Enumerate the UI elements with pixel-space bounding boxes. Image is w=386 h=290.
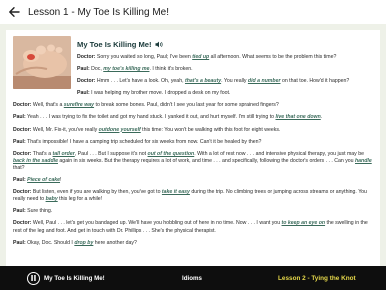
speaker-label: Doctor: — [13, 220, 32, 227]
idiom-link[interactable]: outdone yourself — [99, 127, 141, 133]
back-arrow-icon[interactable] — [6, 4, 22, 20]
dialog-text: Yeah . . . I was trying to fix the toile… — [25, 114, 276, 121]
now-playing-title: My Toe Is Killing Me! — [44, 274, 105, 282]
dialog-text: to break some bones. Paul, didn't I see … — [94, 102, 279, 109]
idiom-link[interactable]: take it easy — [162, 189, 190, 195]
dialog-card: My Toe Is Killing Me! Doctor: Sorry you … — [6, 30, 380, 266]
idiom-link[interactable]: my toe's killing me — [103, 66, 149, 72]
dialog-text: . I think it's broken. — [149, 66, 193, 73]
dialog-line: Doctor: Well, Mr. Fix-it, you've really … — [13, 127, 373, 134]
idiom-link[interactable]: did a number — [248, 78, 281, 84]
dialog-header: My Toe Is Killing Me! Doctor: Sorry you … — [13, 36, 373, 102]
idiom-link[interactable]: that's a beauty — [185, 78, 221, 84]
dialog-text: Doc, — [89, 66, 104, 73]
dialog-title-text: My Toe Is Killing Me! — [77, 40, 152, 49]
top-app-bar: Lesson 1 - My Toe Is Killing Me! — [0, 0, 386, 24]
dialog-line: Doctor: Well, that's a surefire way to b… — [13, 102, 373, 109]
idiom-link[interactable]: back in the saddle — [13, 158, 58, 164]
dialog-title: My Toe Is Killing Me! — [77, 40, 373, 49]
dialog-text: Hmm . . . Let's have a look. Oh, yeah, — [95, 78, 185, 85]
dialog-text: again in six weeks. But the therapy requ… — [57, 157, 355, 164]
dialog-line: Doctor: But listen, even if you are walk… — [13, 189, 373, 203]
dialog-text: that? — [13, 164, 25, 171]
idiom-link[interactable]: to keep an eye on — [282, 220, 326, 226]
idiom-link[interactable]: baby — [46, 196, 58, 202]
speaker-label: Paul: — [13, 138, 26, 145]
idiom-link[interactable]: out of the question — [148, 151, 195, 157]
dialog-line: Paul: Piece of cake! — [13, 177, 373, 184]
idiom-link[interactable]: live that one down — [276, 114, 321, 120]
idiom-link[interactable]: tall order — [53, 151, 75, 157]
pause-icon — [31, 275, 36, 281]
speaker-icon[interactable] — [155, 41, 163, 48]
idiom-link[interactable]: tied up — [192, 54, 209, 60]
dialog-lines: Doctor: Well, that's a surefire way to b… — [13, 102, 373, 246]
dialog-text: Sorry you waited so long, Paul; I've bee… — [95, 54, 193, 60]
speaker-label: Paul: — [77, 66, 90, 73]
speaker-label: Doctor: — [13, 150, 32, 157]
speaker-label: Doctor: — [13, 189, 32, 196]
dialog-line: Paul: Sure thing. — [13, 208, 373, 215]
dialog-text: . You really — [221, 78, 248, 85]
dialog-line: Doctor: Sorry you waited so long, Paul; … — [77, 54, 373, 61]
dialog-text: on that toe. How'd it happen? — [280, 78, 350, 85]
dialog-text: all afternoon. What seems to be the prob… — [209, 54, 337, 60]
idioms-button[interactable]: Idioms — [182, 275, 202, 282]
dialog-line: Paul: That's impossible! I have a campin… — [13, 139, 373, 146]
dialog-line: Paul: I was helping my brother move. I d… — [77, 90, 373, 97]
speaker-label: Doctor: — [13, 126, 32, 133]
audio-player-bar: My Toe Is Killing Me! Idioms Lesson 2 - … — [0, 266, 386, 290]
idiom-link[interactable]: Piece of cake — [27, 177, 60, 183]
speaker-label: Doctor: — [13, 102, 32, 109]
dialog-text: here another day? — [93, 239, 137, 246]
dialog-text: I was helping my brother move. I dropped… — [89, 90, 231, 97]
dialog-text: Well, Paul . . . let's get you bandaged … — [31, 220, 282, 227]
lesson-content[interactable]: My Toe Is Killing Me! Doctor: Sorry you … — [0, 30, 386, 266]
pause-button[interactable] — [27, 271, 40, 285]
idiom-link[interactable]: handle — [355, 158, 372, 164]
speaker-label: Doctor: — [77, 78, 96, 85]
dialog-line: Doctor: Well, Paul . . . let's get you b… — [13, 220, 373, 234]
dialog-text: . — [320, 114, 323, 121]
dialog-text: , Paul . . . But I suppose it's not — [74, 150, 148, 157]
dialog-line: Paul: Okay, Doc. Should I drop by here a… — [13, 240, 373, 247]
dialog-text: Okay, Doc. Should I — [25, 239, 75, 246]
dialog-text: Well, Mr. Fix-it, you've really — [31, 126, 99, 133]
page-title: Lesson 1 - My Toe Is Killing Me! — [28, 6, 169, 18]
dialog-text: Well, that's a — [31, 102, 64, 109]
injured-toe-photo — [13, 36, 71, 89]
speaker-label: Paul: — [13, 114, 26, 121]
dialog-line: Doctor: Hmm . . . Let's have a look. Oh,… — [77, 78, 373, 85]
dialog-text: That's a — [31, 150, 53, 157]
next-lesson-link[interactable]: Lesson 2 - Tying the Knot — [278, 275, 356, 282]
dialog-text: this leg for a while! — [57, 196, 103, 203]
speaker-label: Paul: — [77, 90, 90, 97]
dialog-text: But listen, even if you are walking by t… — [31, 189, 162, 196]
dialog-line: Paul: Doc, my toe's killing me. I think … — [77, 66, 373, 73]
dialog-text: . With a lot of rest now . . . and inten… — [194, 150, 364, 157]
speaker-label: Doctor: — [77, 54, 96, 60]
idiom-link[interactable]: surefire way — [64, 102, 94, 108]
dialog-text: Sure thing. — [25, 208, 53, 215]
speaker-label: Paul: — [13, 208, 26, 215]
dialog-text: ! — [60, 177, 62, 184]
dialog-text: That's impossible! I have a camping trip… — [25, 138, 262, 145]
speaker-label: Paul: — [13, 177, 26, 184]
dialog-top: My Toe Is Killing Me! Doctor: Sorry you … — [77, 36, 373, 102]
idiom-link[interactable]: drop by — [74, 240, 93, 246]
dialog-text: this time: You won't be walking with thi… — [140, 126, 281, 133]
dialog-line: Doctor: That's a tall order, Paul . . . … — [13, 151, 373, 172]
dialog-lines-top: Doctor: Sorry you waited so long, Paul; … — [77, 54, 373, 97]
speaker-label: Paul: — [13, 239, 26, 246]
dialog-line: Paul: Yeah . . . I was trying to fix the… — [13, 114, 373, 121]
